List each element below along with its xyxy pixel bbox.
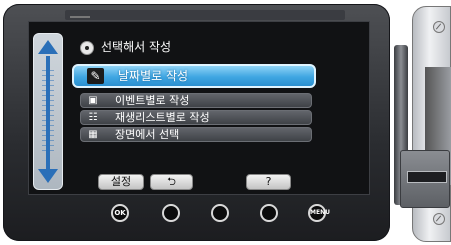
menu-item-scene[interactable]: ▦ 장면에서 선택: [80, 127, 312, 142]
menu-item-label: 장면에서 선택: [115, 128, 180, 141]
menu-item-playlist[interactable]: ☷ 재생리스트별로 작성: [80, 110, 312, 125]
screw-icon: [433, 213, 445, 225]
menu-item-label: 이벤트별로 작성: [115, 94, 190, 107]
grid-icon: ▦: [88, 129, 98, 140]
scroll-up-arrow-icon[interactable]: [38, 40, 58, 54]
screw-icon: [433, 21, 445, 33]
menu-item-label: 날짜별로 작성: [118, 69, 189, 83]
menu-item-event[interactable]: ▣ 이벤트별로 작성: [80, 93, 312, 108]
hinge-plate-slot: [407, 171, 447, 183]
ok-button[interactable]: OK: [111, 204, 129, 222]
scroll-slider[interactable]: [33, 33, 63, 190]
calendar-date-icon: ✎: [87, 68, 104, 84]
hinge-plate: [400, 150, 450, 208]
menu-title: 선택해서 작성: [101, 40, 172, 54]
disc-icon: [80, 41, 94, 55]
scroll-grip-lines: [42, 70, 54, 154]
bezel-marker: [70, 16, 90, 18]
event-icon: ▣: [88, 95, 98, 106]
hardware-button-3[interactable]: [211, 204, 229, 222]
bezel-top-edge: [65, 10, 345, 20]
menu-item-label: 재생리스트별로 작성: [115, 111, 210, 124]
playlist-icon: ☷: [88, 112, 98, 123]
menu-title-row: 선택해서 작성: [72, 37, 312, 57]
help-button[interactable]: ?: [246, 174, 291, 190]
hardware-button-4[interactable]: [260, 204, 278, 222]
hardware-button-2[interactable]: [162, 204, 180, 222]
scroll-down-arrow-icon[interactable]: [38, 169, 58, 183]
menu-button[interactable]: MENU: [308, 204, 330, 222]
menu-panel: 선택해서 작성 ✎ 날짜별로 작성 ▣ 이벤트별로 작성 ☷ 재생리스트별로 작…: [72, 32, 316, 150]
menu-item-selected[interactable]: ✎ 날짜별로 작성: [72, 64, 316, 88]
back-button[interactable]: ⮌: [150, 174, 193, 190]
settings-button[interactable]: 설정: [98, 174, 144, 190]
